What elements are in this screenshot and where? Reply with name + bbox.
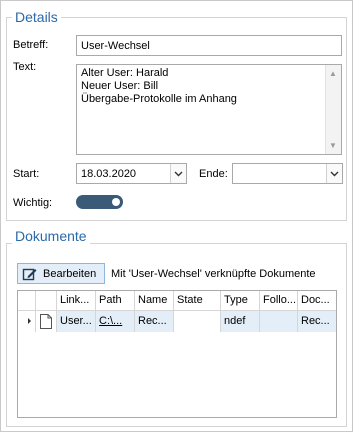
- details-legend: Details: [12, 9, 61, 25]
- edit-button-label: Bearbeiten: [43, 267, 97, 280]
- cell-link[interactable]: User...: [57, 311, 96, 332]
- scroll-up-icon[interactable]: ▲: [329, 67, 337, 80]
- row-pointer-icon: [28, 318, 31, 324]
- column-header-path[interactable]: Path: [96, 291, 135, 311]
- cell-type[interactable]: ndef: [221, 311, 260, 332]
- cell-path[interactable]: C:\...: [96, 311, 135, 332]
- document-icon: [40, 314, 52, 329]
- table-row[interactable]: User... C:\... Rec... ndef Rec...: [18, 311, 336, 332]
- column-header-link[interactable]: Link...: [57, 291, 96, 311]
- cell-name[interactable]: Rec...: [135, 311, 174, 332]
- text-memo[interactable]: Alter User: Harald Neuer User: Bill Über…: [76, 64, 342, 155]
- text-line: Neuer User: Bill: [81, 80, 159, 92]
- column-header-name[interactable]: Name: [135, 291, 174, 311]
- row-indicator: [18, 311, 36, 332]
- column-header-icon: [36, 291, 57, 311]
- edit-icon: [22, 266, 38, 282]
- cell-doc[interactable]: Rec...: [298, 311, 336, 332]
- window: Details Betreff: User-Wechsel Text: Alte…: [0, 0, 353, 432]
- column-header-state[interactable]: State: [174, 291, 221, 311]
- start-date-picker[interactable]: 18.03.2020: [76, 163, 187, 184]
- betreff-input[interactable]: User-Wechsel: [76, 35, 342, 56]
- end-date-picker[interactable]: [232, 163, 343, 184]
- toggle-knob: [112, 198, 120, 206]
- chevron-down-icon[interactable]: [326, 164, 342, 183]
- wichtig-label: Wichtig:: [13, 197, 53, 209]
- start-label: Start:: [13, 168, 40, 180]
- cell-state[interactable]: [174, 311, 221, 332]
- edit-button[interactable]: Bearbeiten: [17, 263, 105, 284]
- wichtig-toggle[interactable]: [76, 195, 123, 209]
- scroll-down-icon[interactable]: ▼: [329, 139, 337, 152]
- dokumente-caption: Mit 'User-Wechsel' verknüpfte Dokumente: [111, 268, 316, 280]
- chevron-down-icon[interactable]: [170, 164, 186, 183]
- text-label: Text:: [13, 61, 37, 73]
- start-date-value: 18.03.2020: [81, 168, 137, 180]
- column-header-type[interactable]: Type: [221, 291, 260, 311]
- text-line: Übergabe-Protokolle im Anhang: [81, 93, 237, 105]
- text-scrollbar[interactable]: ▲ ▼: [325, 65, 341, 154]
- documents-grid[interactable]: Link... Path Name State Type Follo... Do…: [17, 290, 337, 418]
- column-header-doc[interactable]: Doc...: [298, 291, 336, 311]
- text-line: Alter User: Harald: [81, 67, 169, 79]
- cell-follow[interactable]: [260, 311, 298, 332]
- ende-label: Ende:: [199, 168, 228, 180]
- column-header-follow[interactable]: Follo...: [260, 291, 298, 311]
- dokumente-legend: Dokumente: [12, 228, 90, 244]
- column-header-indicator: [18, 291, 36, 311]
- row-icon-cell: [36, 311, 57, 332]
- betreff-label: Betreff:: [13, 39, 49, 51]
